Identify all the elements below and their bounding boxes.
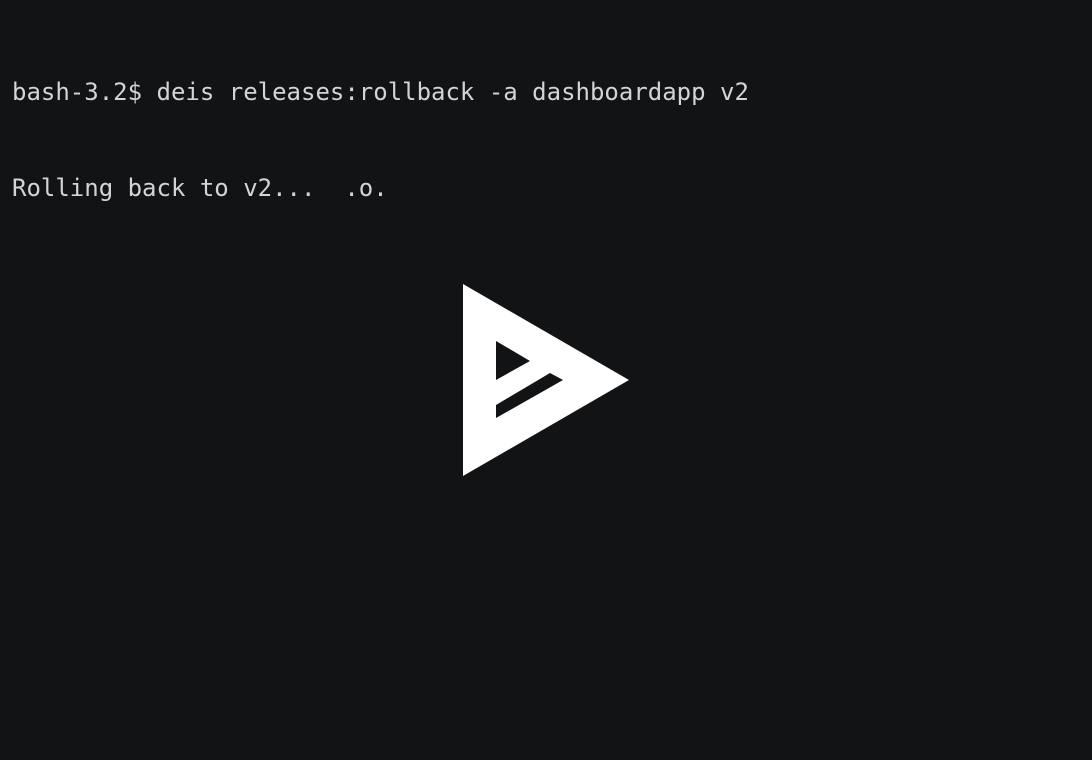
terminal-output: bash-3.2$ deis releases:rollback -a dash…	[12, 12, 1080, 268]
terminal-window: bash-3.2$ deis releases:rollback -a dash…	[0, 0, 1092, 760]
terminal-prompt: bash-3.2$	[12, 78, 143, 106]
terminal-command: deis releases:rollback -a dashboardapp v…	[156, 78, 749, 106]
play-button[interactable]	[463, 284, 629, 476]
asciinema-play-icon	[463, 284, 629, 476]
terminal-command-line: bash-3.2$ deis releases:rollback -a dash…	[12, 76, 1080, 108]
terminal-output-line: Rolling back to v2... .o.	[12, 174, 388, 202]
